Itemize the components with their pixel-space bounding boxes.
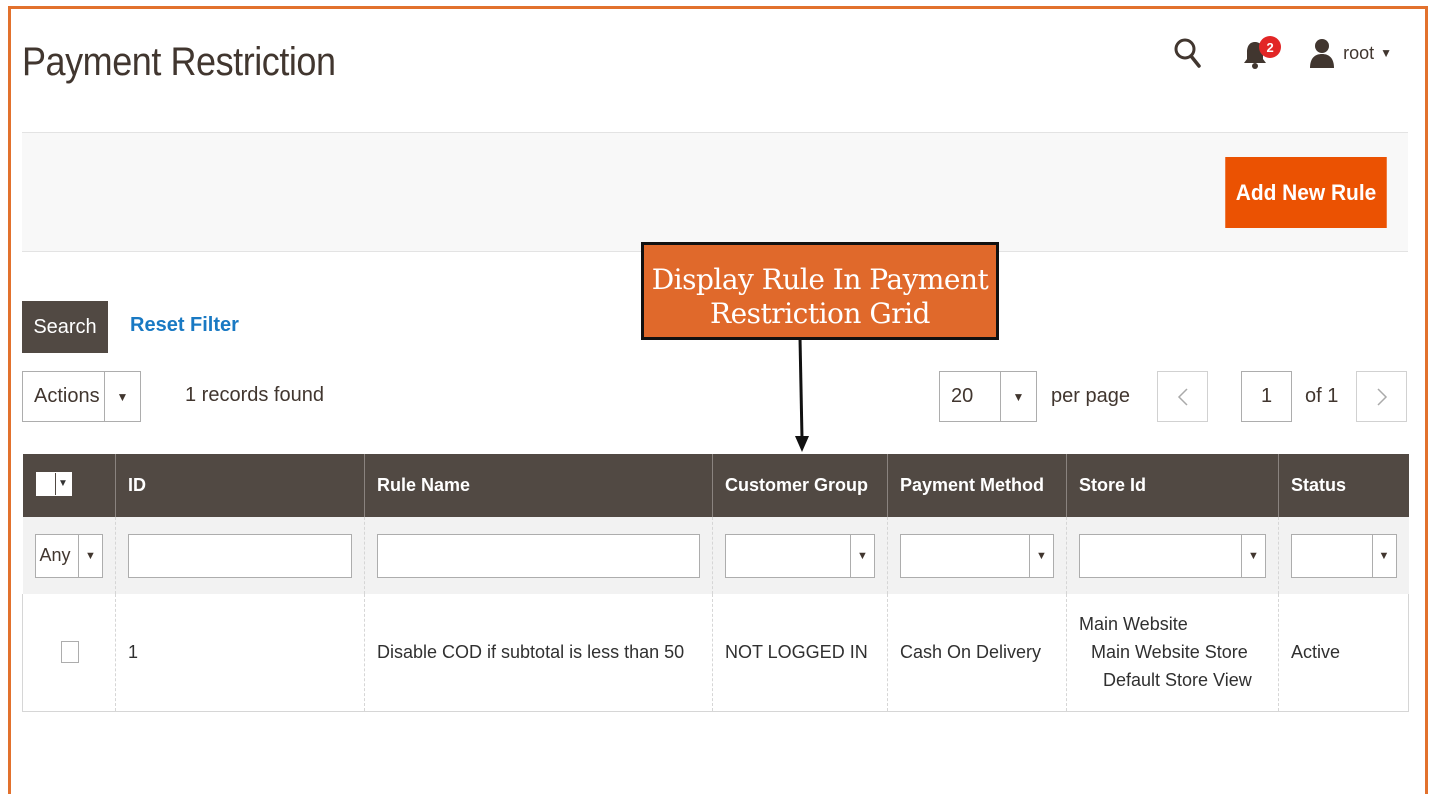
callout-arrow	[795, 338, 809, 452]
chevron-left-icon	[1177, 387, 1188, 406]
filter-row: Any ▼ ▼ ▼ ▼ ▼	[22, 517, 1409, 594]
filter-cell-customer-group: ▼	[712, 517, 888, 594]
user-menu[interactable]: root ▼	[1309, 38, 1392, 68]
mass-select-header[interactable]: ▼	[22, 454, 116, 517]
store-line-website: Main Website	[1079, 614, 1188, 635]
store-line-view: Default Store View	[1103, 670, 1252, 691]
cell-status: Active	[1278, 594, 1409, 712]
callout-line-2: Restriction Grid	[710, 297, 930, 330]
select-body	[726, 535, 850, 577]
column-header-id[interactable]: ID	[115, 454, 365, 517]
chevron-down-icon: ▼	[1029, 534, 1053, 577]
chevron-down-icon: ▼	[1241, 534, 1265, 577]
page-number-input[interactable]	[1241, 371, 1292, 422]
chevron-down-icon: ▼	[850, 534, 874, 577]
filter-id-input[interactable]	[128, 533, 352, 578]
cell-id: 1	[115, 594, 365, 712]
next-page-button[interactable]	[1356, 371, 1407, 422]
add-new-rule-button[interactable]: Add New Rule	[1225, 157, 1387, 228]
select-body	[1080, 535, 1241, 577]
notification-badge: 2	[1259, 36, 1282, 58]
chevron-down-icon: ▼	[104, 372, 140, 421]
filter-cell-select: Any ▼	[22, 517, 116, 594]
filter-rule-name-input[interactable]	[377, 533, 700, 578]
chevron-right-icon	[1376, 387, 1387, 406]
store-line-store: Main Website Store	[1091, 642, 1248, 663]
reset-filter-link[interactable]: Reset Filter	[130, 314, 239, 337]
mass-actions-select[interactable]: Actions ▼	[22, 371, 141, 422]
filter-cell-id	[115, 517, 365, 594]
chevron-down-icon: ▼	[54, 472, 71, 495]
per-page-select[interactable]: 20 ▼	[939, 371, 1037, 422]
chevron-down-icon: ▼	[1000, 372, 1036, 421]
filter-any-value: Any	[39, 545, 71, 565]
column-header-status[interactable]: Status	[1278, 454, 1409, 517]
cell-customer-group: NOT LOGGED IN	[712, 594, 888, 712]
search-icon[interactable]	[1173, 36, 1203, 70]
checkbox-box	[36, 472, 55, 495]
filter-cell-rule-name	[364, 517, 713, 594]
filter-any-select[interactable]: Any ▼	[34, 533, 103, 578]
page-actions-bar: Add New Rule	[22, 132, 1408, 252]
actions-label: Actions	[34, 385, 100, 407]
previous-page-button[interactable]	[1157, 371, 1208, 422]
rules-grid: ▼ ID Rule Name Customer Group Payment Me…	[22, 454, 1409, 712]
select-body	[1292, 535, 1372, 577]
select-body	[901, 535, 1029, 577]
column-header-payment-method[interactable]: Payment Method	[887, 454, 1067, 517]
chevron-down-icon: ▼	[1380, 46, 1392, 60]
filter-cell-payment-method: ▼	[887, 517, 1067, 594]
filter-cell-store-id: ▼	[1066, 517, 1279, 594]
cell-store-id: Main Website Main Website Store Default …	[1066, 594, 1279, 712]
column-header-store-id[interactable]: Store Id	[1066, 454, 1279, 517]
annotation-callout: Display Rule In Payment Restriction Grid	[641, 242, 999, 340]
row-select-cell	[22, 594, 116, 712]
chevron-down-icon: ▼	[1371, 534, 1396, 577]
column-header-customer-group[interactable]: Customer Group	[712, 454, 888, 517]
filter-cell-status: ▼	[1278, 517, 1409, 594]
user-name: root	[1343, 42, 1375, 63]
page-title: Payment Restriction	[22, 40, 336, 84]
chevron-down-icon: ▼	[78, 534, 102, 577]
page-total: of 1	[1305, 385, 1339, 407]
table-row[interactable]: 1 Disable COD if subtotal is less than 5…	[22, 594, 1409, 712]
search-button[interactable]: Search	[22, 301, 108, 353]
per-page-value: 20	[951, 385, 974, 407]
filter-store-id-select[interactable]: ▼	[1079, 533, 1266, 578]
cell-payment-method: Cash On Delivery	[887, 594, 1067, 712]
records-count: 1 records found	[185, 384, 324, 406]
per-page-label: per page	[1051, 385, 1130, 407]
filter-customer-group-select[interactable]: ▼	[725, 533, 875, 578]
column-header-rule-name[interactable]: Rule Name	[364, 454, 713, 517]
callout-line-1: Display Rule In Payment	[651, 263, 989, 296]
grid-header-row: ▼ ID Rule Name Customer Group Payment Me…	[22, 454, 1409, 517]
user-icon	[1310, 39, 1335, 68]
cell-rule-name: Disable COD if subtotal is less than 50	[364, 594, 713, 712]
notifications-button[interactable]: 2	[1243, 36, 1282, 70]
header-actions: 2 root ▼	[1173, 36, 1392, 70]
mass-select-checkbox[interactable]: ▼	[35, 471, 72, 496]
filter-payment-method-select[interactable]: ▼	[900, 533, 1054, 578]
row-checkbox[interactable]	[61, 641, 79, 664]
filter-status-select[interactable]: ▼	[1291, 533, 1397, 578]
